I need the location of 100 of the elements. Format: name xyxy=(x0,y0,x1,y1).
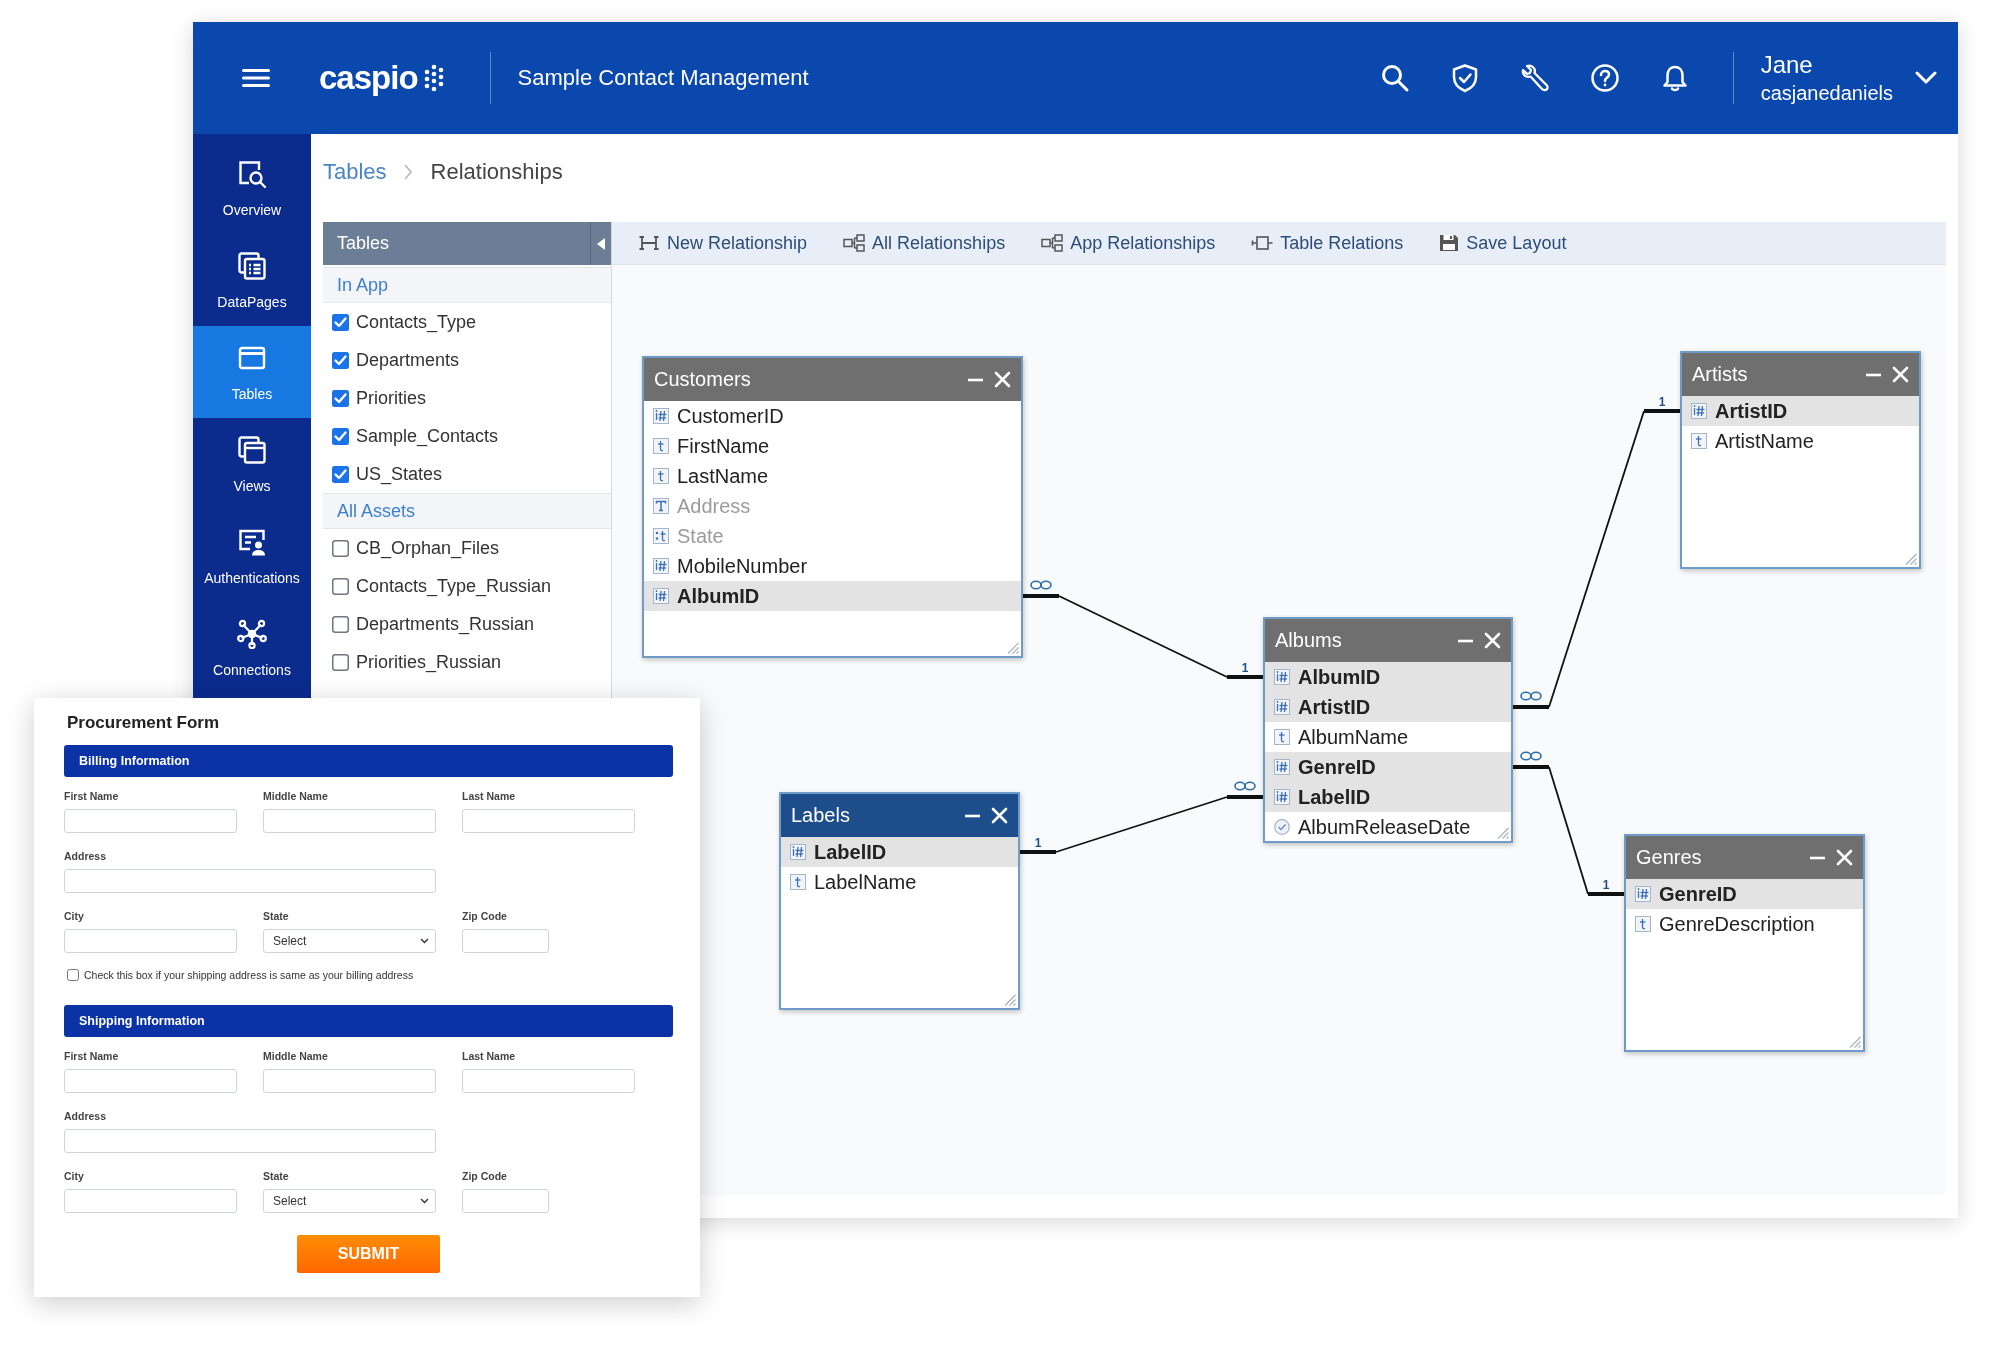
resize-grip-icon[interactable] xyxy=(1849,1036,1861,1048)
user-name[interactable]: Jane xyxy=(1760,50,1893,80)
resize-grip-icon[interactable] xyxy=(1905,553,1917,565)
checkbox[interactable] xyxy=(332,351,349,369)
panel-title: Tables xyxy=(336,233,390,254)
toolbar-button[interactable]: Table Relations xyxy=(1251,232,1404,254)
table-header[interactable]: Genres xyxy=(1626,836,1863,879)
breadcrumb-link[interactable]: Tables xyxy=(323,158,387,186)
field-row[interactable]: AlbumID xyxy=(1265,662,1511,692)
checkbox-label[interactable]: Departments_Russian xyxy=(356,613,535,635)
relationship-line[interactable] xyxy=(1513,765,1624,896)
checkbox-label[interactable]: Sample_Contacts xyxy=(356,425,499,447)
menu-icon[interactable] xyxy=(242,68,270,88)
field-row[interactable]: CustomerID xyxy=(644,401,1021,431)
field-row[interactable]: FirstName xyxy=(644,431,1021,461)
checkbox-label[interactable]: Priorities_Russian xyxy=(356,651,502,673)
text-field[interactable] xyxy=(64,809,237,833)
sidebar-item[interactable]: Views xyxy=(193,418,311,510)
table-header[interactable]: Customers xyxy=(644,358,1021,401)
help-icon[interactable] xyxy=(1589,63,1620,93)
close-icon[interactable] xyxy=(994,371,1011,388)
checkbox[interactable] xyxy=(332,465,349,483)
field-row[interactable]: ArtistName xyxy=(1682,426,1919,456)
checkbox-label[interactable]: Contacts_Type_Russian xyxy=(356,575,552,597)
field-row[interactable]: ArtistID xyxy=(1682,396,1919,426)
select-field[interactable]: Select xyxy=(263,1189,436,1213)
resize-grip-icon[interactable] xyxy=(1007,642,1019,654)
table-header[interactable]: Albums xyxy=(1265,619,1511,662)
checkbox-label[interactable]: Priorities xyxy=(356,387,426,409)
field-label: First Name xyxy=(64,1050,119,1063)
resize-grip-icon[interactable] xyxy=(1497,827,1509,839)
close-icon[interactable] xyxy=(991,807,1008,824)
field-row[interactable]: LabelID xyxy=(1265,782,1511,812)
collapse-icon[interactable] xyxy=(597,237,605,250)
text-field[interactable] xyxy=(64,1129,436,1153)
field-row[interactable]: LabelID xyxy=(781,837,1018,867)
field-row[interactable]: AlbumID xyxy=(644,581,1021,611)
table-title: Customers xyxy=(654,368,752,391)
toolbar-button[interactable]: New Relationship xyxy=(638,232,808,254)
resize-grip-icon[interactable] xyxy=(1004,994,1016,1006)
sidebar-item[interactable]: Tables xyxy=(193,326,311,418)
text-field[interactable] xyxy=(462,929,549,953)
select-field[interactable]: Select xyxy=(263,929,436,953)
sidebar-item[interactable]: DataPages xyxy=(193,234,311,326)
close-icon[interactable] xyxy=(1484,632,1501,649)
text-field[interactable] xyxy=(263,1069,436,1093)
sidebar-item[interactable]: Connections xyxy=(193,602,311,694)
close-icon[interactable] xyxy=(1836,849,1853,866)
table-card[interactable]: Labels LabelID LabelName xyxy=(779,792,1020,1010)
field-row[interactable]: MobileNumber xyxy=(644,551,1021,581)
checkbox[interactable] xyxy=(332,615,349,633)
table-header[interactable]: Artists xyxy=(1682,353,1919,396)
text-field[interactable] xyxy=(462,1189,549,1213)
wrench-icon[interactable] xyxy=(1519,63,1550,93)
table-card[interactable]: Artists ArtistID ArtistName xyxy=(1680,351,1921,569)
toolbar-button[interactable]: All Relationships xyxy=(843,232,1006,254)
checkbox-label[interactable]: US_States xyxy=(356,463,443,485)
checkbox-label[interactable]: CB_Orphan_Files xyxy=(356,537,500,559)
table-header[interactable]: Labels xyxy=(781,794,1018,837)
checkbox-label[interactable]: Departments xyxy=(356,349,460,371)
search-icon[interactable] xyxy=(1379,63,1410,93)
text-field[interactable] xyxy=(462,1069,635,1093)
text-field[interactable] xyxy=(462,809,635,833)
stacked-windows-icon xyxy=(237,435,267,465)
text-field[interactable] xyxy=(64,1189,237,1213)
relationship-line[interactable] xyxy=(1020,795,1263,854)
checkbox[interactable] xyxy=(332,427,349,445)
sidebar-item[interactable]: Overview xyxy=(193,142,311,234)
field-row[interactable]: LastName xyxy=(644,461,1021,491)
chevron-down-icon[interactable] xyxy=(1915,71,1937,85)
text-field[interactable] xyxy=(263,809,436,833)
field-row[interactable]: GenreID xyxy=(1626,879,1863,909)
table-card[interactable]: Genres GenreID GenreDescription xyxy=(1624,834,1865,1052)
toolbar-button[interactable]: App Relationships xyxy=(1041,232,1216,254)
field-row[interactable]: ArtistID xyxy=(1265,692,1511,722)
field-row[interactable]: GenreDescription xyxy=(1626,909,1863,939)
hash-icon xyxy=(1274,669,1290,685)
checkbox-label[interactable]: Contacts_Type xyxy=(356,311,477,333)
close-icon[interactable] xyxy=(1892,366,1909,383)
logo-wordmark[interactable]: caspio xyxy=(319,58,418,98)
toolbar-button[interactable]: Save Layout xyxy=(1439,232,1567,254)
checkbox[interactable] xyxy=(332,653,349,671)
text-field[interactable] xyxy=(64,869,436,893)
text-field[interactable] xyxy=(64,1069,237,1093)
table-card[interactable]: Albums AlbumID ArtistID AlbumName GenreID LabelID AlbumReleaseDate xyxy=(1263,617,1513,843)
field-row[interactable]: LabelName xyxy=(781,867,1018,897)
relationship-line[interactable] xyxy=(1023,594,1263,679)
checkbox-label[interactable]: Check this box if your shipping address is same as your billing address xyxy=(84,969,414,981)
user-login[interactable]: casjanedaniels xyxy=(1760,80,1893,106)
checkbox[interactable] xyxy=(332,577,349,595)
field-row[interactable]: AlbumName xyxy=(1265,722,1511,752)
field-row[interactable]: AlbumReleaseDate xyxy=(1265,812,1511,842)
checkbox[interactable] xyxy=(332,389,349,407)
text-field[interactable] xyxy=(64,929,237,953)
field-row[interactable]: GenreID xyxy=(1265,752,1511,782)
sidebar-item[interactable]: Authentications xyxy=(193,510,311,602)
cardinality-label: 1 xyxy=(1602,878,1610,892)
checkbox[interactable] xyxy=(332,539,349,557)
checkbox[interactable] xyxy=(67,969,79,981)
checkbox[interactable] xyxy=(332,313,349,331)
